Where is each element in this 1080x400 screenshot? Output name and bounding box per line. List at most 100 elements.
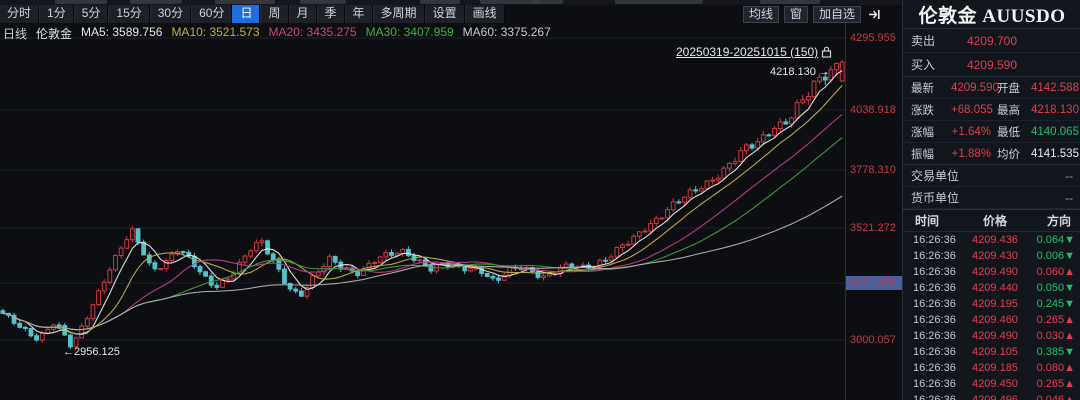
quote-label: 涨幅 [911,124,951,140]
quote-value: +1.64% [951,126,991,138]
period-button-15分[interactable]: 15分 [108,5,149,23]
unit-row-2: 货币单位-- [903,187,1080,209]
tick-price: 4209.436 [967,234,1023,246]
tick-row[interactable]: 16:26:364209.4500.265▲ [903,376,1080,392]
tick-price: 4209.440 [967,282,1023,294]
high-price-annotation: 4218.130 → [770,66,830,78]
unit-value: -- [1065,191,1073,205]
tick-time: 16:26:36 [913,362,967,374]
bidask-label: 买入 [911,56,957,73]
tick-price: 4209.105 [967,346,1023,358]
tick-price: 4209.496 [967,394,1023,400]
tick-time: 16:26:36 [913,314,967,326]
tick-time: 16:26:36 [913,250,967,262]
clipped-button-fragment [300,0,346,4]
axis-label-4295.955: 4295.955 [850,32,902,44]
tick-row[interactable]: 16:26:364209.4400.050▼ [903,280,1080,296]
tool-button-窗[interactable]: 窗 [784,6,808,23]
tool-button-均线[interactable]: 均线 [743,6,779,23]
period-button-多周期[interactable]: 多周期 [373,5,425,23]
tick-time: 16:26:36 [913,266,967,278]
quote-panel: 伦敦金 AUUSDO 卖出4209.700买入4209.590 最新4209.5… [902,0,1080,400]
quote-value: +1.88% [951,148,991,160]
quote-body: 卖出4209.700买入4209.590 最新4209.590开盘4142.58… [903,28,1080,400]
quote-row-4: 振幅+1.88%均价4141.535 [903,143,1080,165]
quote-row-3: 涨幅+1.64%最低4140.065 [903,121,1080,143]
period-button-30分[interactable]: 30分 [150,5,191,23]
tick-header-2: 价格 [967,212,1023,229]
tick-price: 4209.195 [967,298,1023,310]
tick-row[interactable]: 16:26:364209.4900.030▲ [903,328,1080,344]
tick-row[interactable]: 16:26:364209.4960.046▲ [903,392,1080,400]
candlestick-chart[interactable] [0,23,845,400]
period-button-分时[interactable]: 分时 [0,5,39,23]
price-axis: 4295.9554038.9183778.3103521.2723271.375… [845,23,903,400]
clipped-button-fragment [760,0,820,4]
quote-stats-block: 最新4209.590开盘4142.588涨跌+68.055最高4218.130涨… [903,76,1080,165]
period-button-年[interactable]: 年 [345,5,373,23]
tick-time: 16:26:36 [913,394,967,400]
unit-row-1: 交易单位 -- [903,165,1080,187]
bidask-label: 卖出 [911,32,957,49]
tick-row[interactable]: 16:26:364209.4600.265▲ [903,312,1080,328]
lock-icon [821,46,832,58]
tick-price: 4209.450 [967,378,1023,390]
axis-label-3271.375: 3271.375 [846,276,906,290]
axis-label-3000.057: 3000.057 [850,334,902,346]
period-button-5分[interactable]: 5分 [74,5,109,23]
quote-row-2: 涨跌+68.055最高4218.130 [903,99,1080,121]
tick-time: 16:26:36 [913,346,967,358]
tick-direction: 0.046▲ [1023,394,1075,400]
period-button-1分[interactable]: 1分 [39,5,74,23]
tick-table[interactable]: 16:26:364209.4360.064▼16:26:364209.4300.… [903,232,1080,400]
axis-label-4038.918: 4038.918 [850,104,902,116]
chart-tools: 均线窗加自选 [743,5,882,23]
tick-row[interactable]: 16:26:364209.4300.006▼ [903,248,1080,264]
period-button-月[interactable]: 月 [289,5,317,23]
period-button-画线[interactable]: 画线 [465,5,505,23]
bidask-value: 4209.590 [957,58,1017,72]
bidask-row-2: 买入4209.590 [903,53,1080,77]
period-button-周[interactable]: 周 [260,5,288,23]
tick-time: 16:26:36 [913,330,967,342]
tick-direction: 0.265▲ [1023,314,1075,326]
tick-direction: 0.030▲ [1023,330,1075,342]
period-button-60分[interactable]: 60分 [191,5,232,23]
period-button-日[interactable]: 日 [232,5,260,23]
tick-direction: 0.050▼ [1023,282,1075,294]
tool-button-加自选[interactable]: 加自选 [813,6,861,23]
unit-label: 交易单位 [911,167,959,184]
quote-value: 4140.065 [1031,126,1079,138]
quote-label: 最低 [991,124,1031,140]
clipped-button-fragment [531,0,563,4]
bidask-row-1: 卖出4209.700 [903,29,1080,53]
tick-time: 16:26:36 [913,282,967,294]
quote-row-1: 最新4209.590开盘4142.588 [903,77,1080,99]
period-button-季[interactable]: 季 [317,5,345,23]
quote-value: 4218.130 [1031,104,1079,116]
tick-direction: 0.064▼ [1023,234,1075,246]
instrument-title: 伦敦金 AUUSDO [903,0,1080,28]
tick-direction: 0.265▲ [1023,378,1075,390]
clipped-button-fragment [615,0,703,4]
tick-price: 4209.460 [967,314,1023,326]
tick-direction: 0.006▼ [1023,250,1075,262]
quote-label: 最高 [991,102,1031,118]
tick-price: 4209.185 [967,362,1023,374]
unit-value: -- [1065,169,1073,183]
tick-row[interactable]: 16:26:364209.4900.060▲ [903,264,1080,280]
tick-direction: 0.245▼ [1023,298,1075,310]
collapse-panel-icon[interactable] [866,7,882,22]
tick-row[interactable]: 16:26:364209.1050.385▼ [903,344,1080,360]
tick-direction: 0.060▲ [1023,266,1075,278]
tick-direction: 0.385▼ [1023,346,1075,358]
bid-ask-block: 卖出4209.700买入4209.590 [903,29,1080,77]
quote-value: 4209.590 [951,82,991,94]
period-button-设置[interactable]: 设置 [425,5,465,23]
tick-row[interactable]: 16:26:364209.1950.245▼ [903,296,1080,312]
quote-label: 涨跌 [911,102,951,118]
quote-value: +68.055 [951,104,991,116]
tick-row[interactable]: 16:26:364209.4360.064▼ [903,232,1080,248]
tick-header-3: 方向 [1023,212,1071,229]
tick-row[interactable]: 16:26:364209.1850.080▲ [903,360,1080,376]
